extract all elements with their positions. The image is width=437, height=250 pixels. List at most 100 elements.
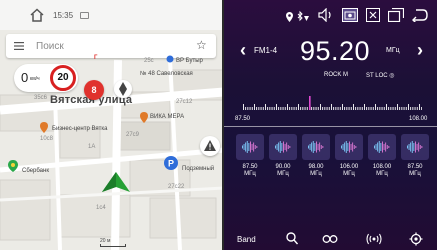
navigation-map[interactable]: 15:35 Поиск ☆ 0 км/ч 20 Вятская улица 8 … <box>0 0 224 250</box>
scale-tick <box>265 104 266 110</box>
scale-tick <box>379 107 381 110</box>
scale-tick <box>335 107 337 110</box>
poi-count-badge[interactable]: 8 <box>84 80 104 100</box>
preset-label[interactable]: 87.50 МГц <box>398 164 432 178</box>
scale-tick <box>311 107 313 110</box>
preset-button[interactable] <box>335 134 363 160</box>
scale-tick <box>251 107 253 110</box>
scale-tick <box>267 107 269 110</box>
search-input[interactable]: Поиск <box>36 41 64 52</box>
prev-band-button[interactable]: ‹ <box>240 41 246 59</box>
preset-button[interactable] <box>401 134 429 160</box>
preset-button[interactable] <box>236 134 264 160</box>
office-pin-icon[interactable] <box>40 122 48 133</box>
scale-tick <box>306 107 308 110</box>
scale-tick <box>322 107 324 110</box>
scale-tick <box>282 107 284 110</box>
preset-label[interactable]: 106.00 МГц <box>332 164 366 178</box>
settings-icon[interactable] <box>409 232 423 246</box>
map-label: 1А <box>88 144 96 150</box>
bus-stop-pin-icon[interactable] <box>166 55 174 65</box>
speed-limit-sign: 20 <box>50 65 76 91</box>
screenshot-icon[interactable] <box>342 8 358 22</box>
menu-icon[interactable] <box>14 42 24 50</box>
preset-button[interactable] <box>269 134 297 160</box>
scale-tick <box>278 107 280 110</box>
scale-tick <box>412 107 414 110</box>
scale-tick <box>416 107 418 110</box>
scale-tick <box>284 107 286 110</box>
scale-tick <box>350 107 352 110</box>
scale-tick <box>333 107 335 110</box>
speed-unit: км/ч <box>30 76 40 82</box>
tuning-scale[interactable] <box>242 94 422 110</box>
scale-tick <box>258 107 260 110</box>
scale-tick <box>342 104 343 110</box>
scale-tick <box>337 107 339 110</box>
scale-tick <box>421 107 422 110</box>
preset-label[interactable]: 90.00 МГц <box>266 164 300 178</box>
close-icon[interactable] <box>366 8 380 22</box>
scale-tick <box>276 104 277 110</box>
star-icon[interactable]: ☆ <box>196 38 207 52</box>
screen: 15:35 Поиск ☆ 0 км/ч 20 Вятская улица 8 … <box>0 0 437 250</box>
scale-tick <box>339 107 341 110</box>
bluetooth-icon <box>297 10 309 22</box>
bank-pin-icon[interactable] <box>8 160 18 172</box>
scale-tick <box>405 107 407 110</box>
scale-tick <box>399 107 401 110</box>
map-label: 27с9 <box>126 132 140 138</box>
scale-tick <box>291 107 293 110</box>
map-label: Подземный <box>182 166 215 172</box>
scale-tick <box>254 104 255 110</box>
volume-icon[interactable] <box>318 8 334 22</box>
warning-icon[interactable] <box>200 136 220 156</box>
preset-label[interactable]: 108.00 МГц <box>365 164 399 178</box>
scale-tick <box>392 107 394 110</box>
multiwindow-icon[interactable] <box>388 8 404 22</box>
band-name[interactable]: FM1-4 <box>254 46 277 55</box>
scale-divider <box>224 126 437 127</box>
scale-tick <box>256 107 258 110</box>
scale-tick <box>390 107 392 110</box>
scale-tick <box>353 104 354 110</box>
broadcast-icon[interactable] <box>366 232 382 246</box>
map-label: № 48 Савеловская <box>140 71 193 77</box>
scale-tick <box>397 104 398 110</box>
frequency-unit: МГц <box>386 47 400 54</box>
scale-tick <box>280 107 282 110</box>
tuning-needle <box>309 96 311 110</box>
preset-button[interactable] <box>368 134 396 160</box>
scale-tick <box>383 107 385 110</box>
search-icon[interactable] <box>286 232 298 246</box>
back-icon[interactable] <box>412 8 428 22</box>
waveform-icon <box>242 141 258 153</box>
compass-icon[interactable] <box>114 80 132 98</box>
loop-icon[interactable] <box>322 235 338 243</box>
svg-text:P: P <box>168 159 174 169</box>
scale-tick <box>326 107 328 110</box>
scale-tick <box>375 104 376 110</box>
preset-label[interactable]: 87.50 МГц <box>233 164 267 178</box>
scale-tick <box>249 107 251 110</box>
map-label: 10с8 <box>40 136 54 142</box>
scale-tick <box>366 107 368 110</box>
preset-button[interactable] <box>302 134 330 160</box>
shop-pin-icon[interactable] <box>140 112 148 123</box>
st-loc-label: ST LOC <box>366 73 388 79</box>
scale-tick <box>260 107 262 110</box>
preset-label[interactable]: 98.00 МГц <box>299 164 333 178</box>
map-label: ВИКА МЕРА <box>150 114 185 120</box>
map-label: Бизнес-центр Вятка <box>52 126 108 132</box>
scale-tick <box>410 107 412 110</box>
parking-icon[interactable]: P <box>164 156 178 170</box>
scale-tick <box>304 107 306 110</box>
next-band-button[interactable]: › <box>417 41 423 59</box>
scale-max-label: 108.00 <box>409 116 428 122</box>
scale-tick <box>346 107 348 110</box>
scale-tick <box>408 104 409 110</box>
home-icon[interactable] <box>29 8 45 22</box>
scale-tick <box>328 107 330 110</box>
band-button[interactable]: Band <box>237 235 256 244</box>
scale-tick <box>388 107 390 110</box>
